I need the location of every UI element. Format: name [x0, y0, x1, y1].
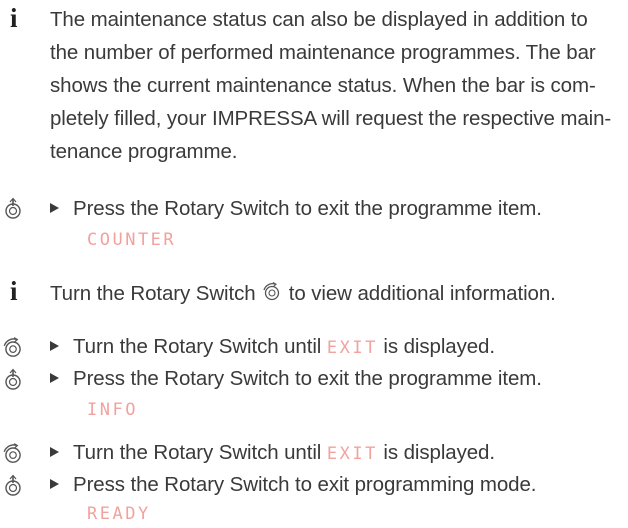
- step-bullet-icon: [50, 447, 59, 457]
- press-rotary-icon: [0, 367, 26, 393]
- step-press-exit-programming: Press the Rotary Switch to exit programm…: [50, 469, 536, 501]
- info-line: The maintenance status can also be displ…: [50, 8, 588, 31]
- info-icon: i: [10, 3, 18, 33]
- step-press-exit-item: Press the Rotary Switch to exit the prog…: [50, 193, 542, 225]
- turn-rotary-icon: [261, 282, 283, 304]
- turn-rotary-icon: [0, 441, 26, 467]
- display-info: INFO: [87, 400, 138, 420]
- press-rotary-icon: [0, 473, 26, 499]
- step-press-exit-item: Press the Rotary Switch to exit the prog…: [50, 363, 542, 395]
- step-bullet-icon: [50, 341, 59, 351]
- step-bullet-icon: [50, 203, 59, 213]
- info-line: tenance programme.: [50, 140, 238, 163]
- turn-rotary-icon: [0, 335, 26, 361]
- display-exit: EXIT: [326, 444, 378, 464]
- info-icon: i: [10, 276, 18, 306]
- info-line: shows the current maintenance status. Wh…: [50, 74, 596, 97]
- press-rotary-icon: [0, 196, 26, 222]
- display-counter: COUNTER: [87, 230, 177, 250]
- display-exit: EXIT: [326, 338, 378, 358]
- step-bullet-icon: [50, 373, 59, 383]
- display-ready: READY: [87, 504, 151, 524]
- step-bullet-icon: [50, 479, 59, 489]
- step-turn-until-exit: Turn the Rotary Switch until EXIT is dis…: [50, 331, 495, 364]
- info-line: the number of performed maintenance prog…: [50, 41, 596, 64]
- tip-turn-rotary: Turn the Rotary Switch to view additiona…: [50, 282, 556, 305]
- step-turn-until-exit: Turn the Rotary Switch until EXIT is dis…: [50, 437, 495, 470]
- info-line: pletely filled, your IMPRESSA will reque…: [50, 107, 612, 130]
